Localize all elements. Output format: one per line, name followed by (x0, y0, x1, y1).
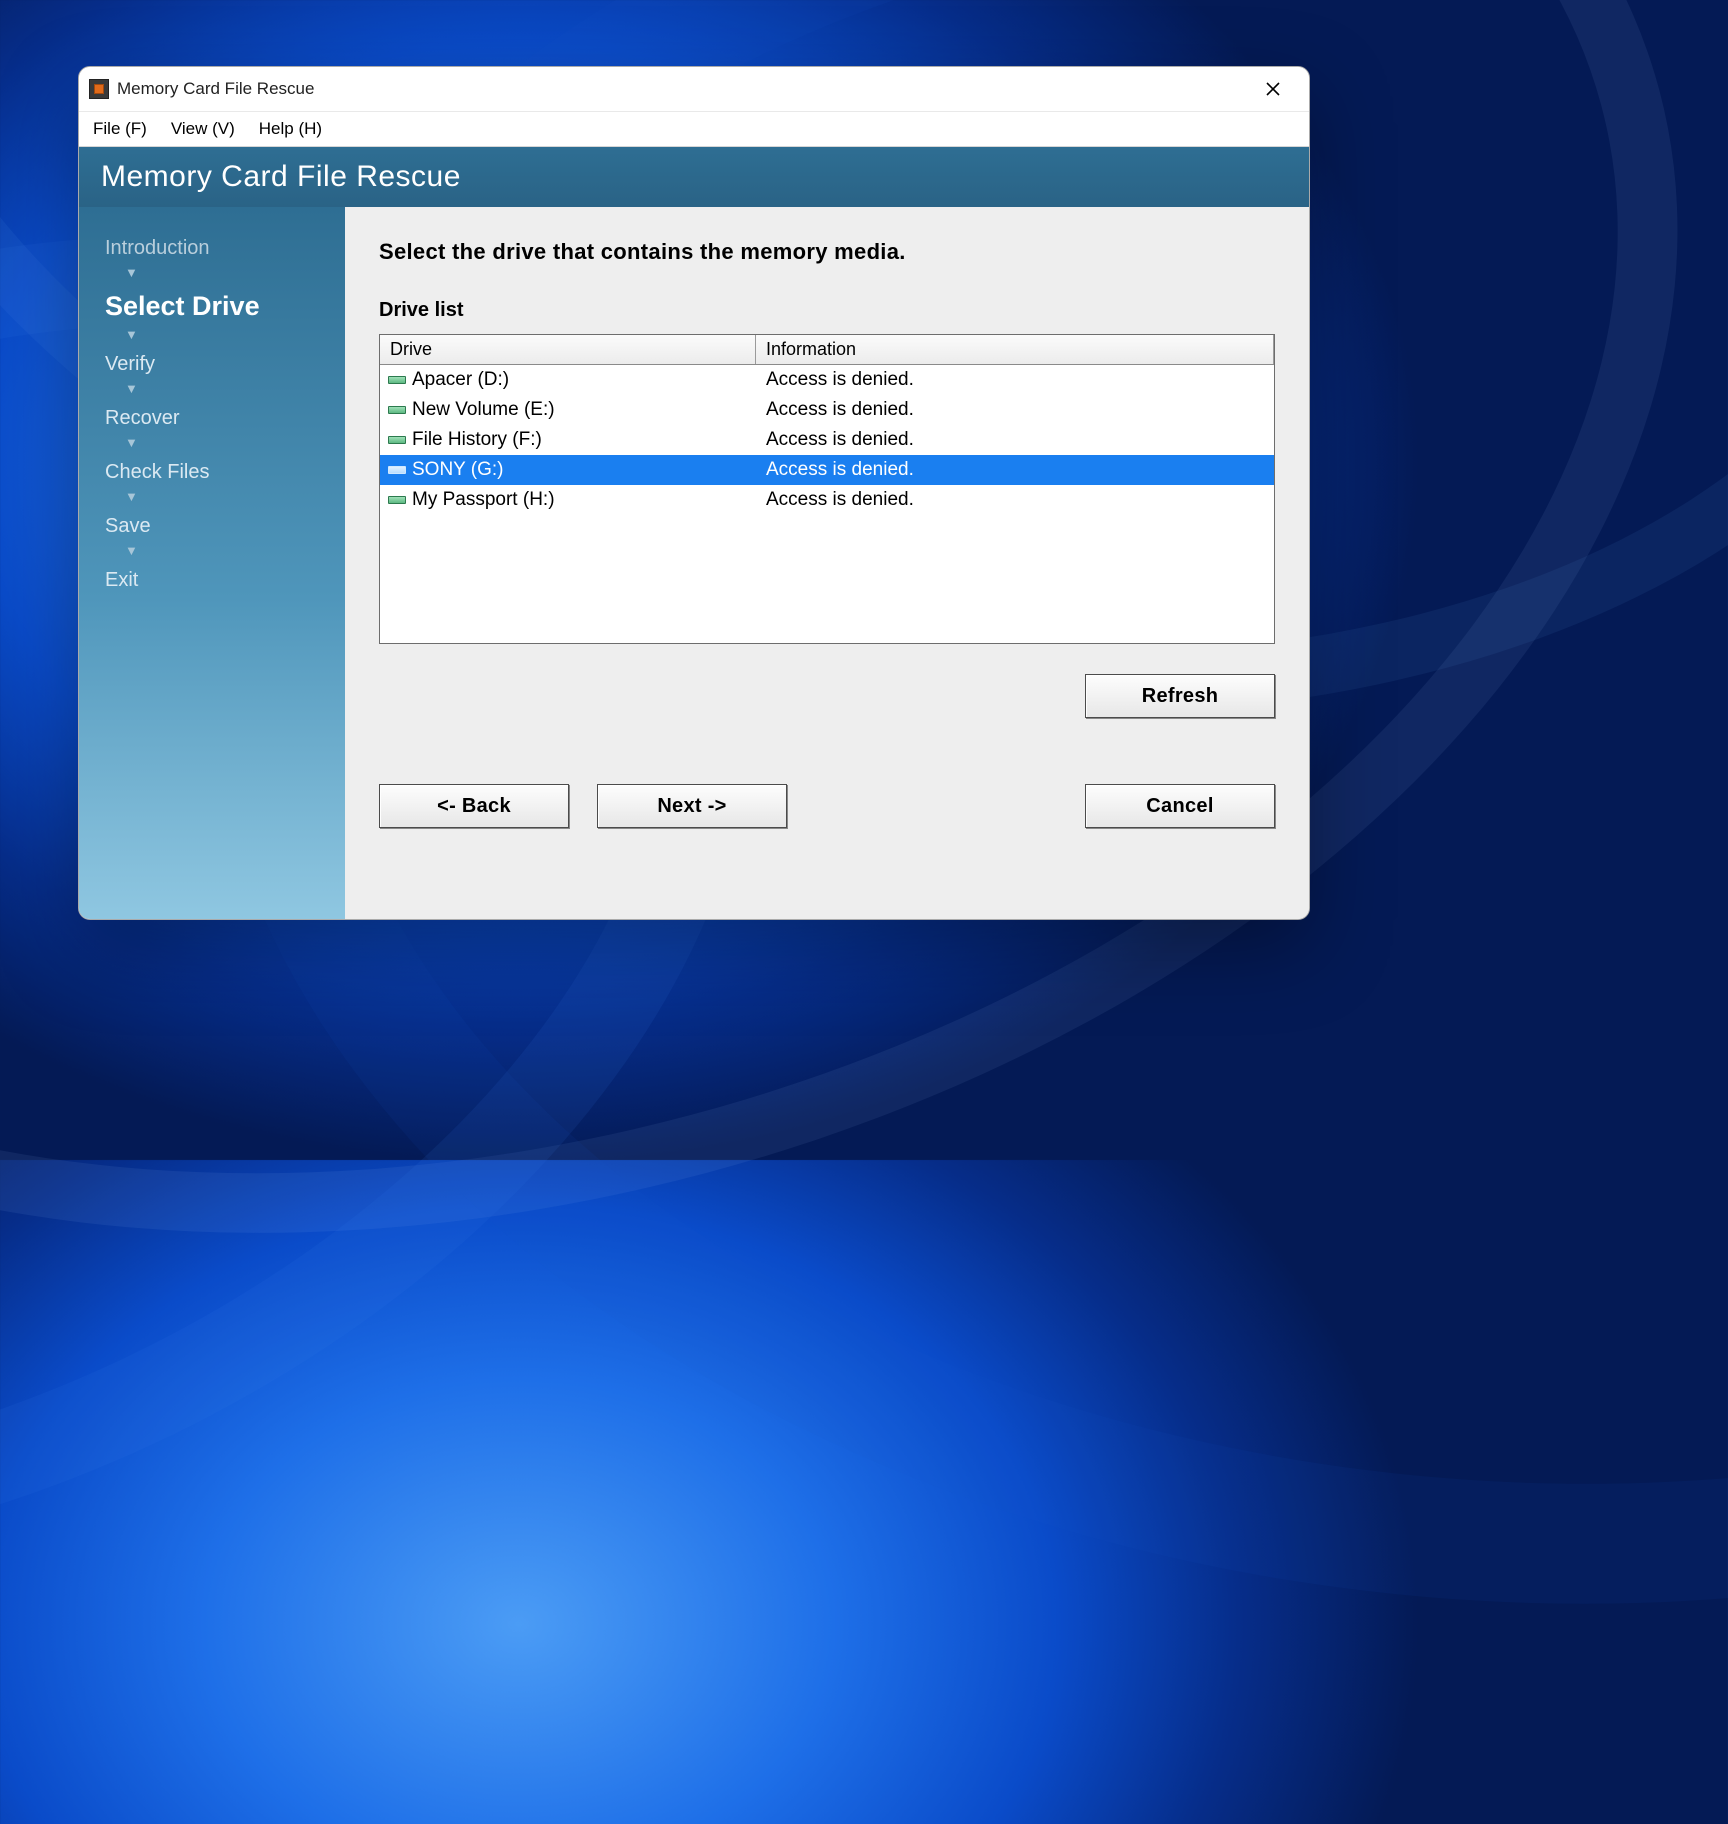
wizard-step-exit[interactable]: Exit (105, 567, 345, 594)
drive-icon (388, 376, 406, 384)
refresh-button[interactable]: Refresh (1085, 674, 1275, 718)
app-icon (89, 79, 109, 99)
main-panel: Select the drive that contains the memor… (345, 207, 1309, 919)
next-button[interactable]: Next -> (597, 784, 787, 828)
wizard-step-select-drive[interactable]: Select Drive (105, 289, 345, 324)
drive-info: Access is denied. (756, 369, 1274, 391)
chevron-down-icon (125, 328, 345, 341)
cancel-button[interactable]: Cancel (1085, 784, 1275, 828)
drive-info: Access is denied. (756, 459, 1274, 481)
chevron-down-icon (125, 266, 345, 279)
table-header: Drive Information (380, 335, 1274, 365)
menu-help[interactable]: Help (H) (259, 119, 322, 139)
drive-icon (388, 436, 406, 444)
drive-info: Access is denied. (756, 429, 1274, 451)
wizard-sidebar: Introduction Select Drive Verify Recover Che… (79, 207, 345, 919)
window-title: Memory Card File Rescue (117, 79, 314, 99)
drive-row[interactable]: File History (F:) Access is denied. (380, 425, 1274, 455)
wizard-footer: <- Back Next -> Cancel (379, 784, 1275, 828)
close-button[interactable] (1249, 67, 1297, 111)
wizard-step-save[interactable]: Save (105, 513, 345, 540)
back-button[interactable]: <- Back (379, 784, 569, 828)
drive-info: Access is denied. (756, 489, 1274, 511)
drive-icon (388, 496, 406, 504)
drive-info: Access is denied. (756, 399, 1274, 421)
wizard-step-recover[interactable]: Recover (105, 405, 345, 432)
chevron-down-icon (125, 436, 345, 449)
drive-row[interactable]: Apacer (D:) Access is denied. (380, 365, 1274, 395)
drive-name: Apacer (D:) (412, 369, 509, 391)
menu-file[interactable]: File (F) (93, 119, 147, 139)
chevron-down-icon (125, 544, 345, 557)
chevron-down-icon (125, 382, 345, 395)
drive-row[interactable]: SONY (G:) Access is denied. (380, 455, 1274, 485)
wizard-step-introduction[interactable]: Introduction (105, 235, 345, 262)
wizard-step-check-files[interactable]: Check Files (105, 459, 345, 486)
drive-name: New Volume (E:) (412, 399, 555, 421)
chevron-down-icon (125, 490, 345, 503)
drive-icon (388, 466, 406, 474)
wizard-step-verify[interactable]: Verify (105, 351, 345, 378)
close-icon (1265, 81, 1281, 97)
menu-view[interactable]: View (V) (171, 119, 235, 139)
drive-list-label: Drive list (379, 299, 1275, 322)
drive-icon (388, 406, 406, 414)
instruction-text: Select the drive that contains the memor… (379, 239, 1275, 265)
drive-name: SONY (G:) (412, 459, 504, 481)
drive-row[interactable]: New Volume (E:) Access is denied. (380, 395, 1274, 425)
drive-table: Drive Information Apacer (D:) Access is d… (379, 334, 1275, 644)
title-bar[interactable]: Memory Card File Rescue (79, 67, 1309, 111)
column-drive[interactable]: Drive (380, 335, 756, 364)
banner: Memory Card File Rescue (79, 147, 1309, 207)
menu-bar: File (F) View (V) Help (H) (79, 111, 1309, 147)
app-window: Memory Card File Rescue File (F) View (V… (78, 66, 1310, 920)
drive-name: File History (F:) (412, 429, 542, 451)
table-body: Apacer (D:)Access is denied.New Volume (… (380, 365, 1274, 643)
column-information[interactable]: Information (756, 335, 1274, 364)
drive-name: My Passport (H:) (412, 489, 555, 511)
drive-row[interactable]: My Passport (H:) Access is denied. (380, 485, 1274, 515)
banner-title: Memory Card File Rescue (101, 160, 461, 194)
